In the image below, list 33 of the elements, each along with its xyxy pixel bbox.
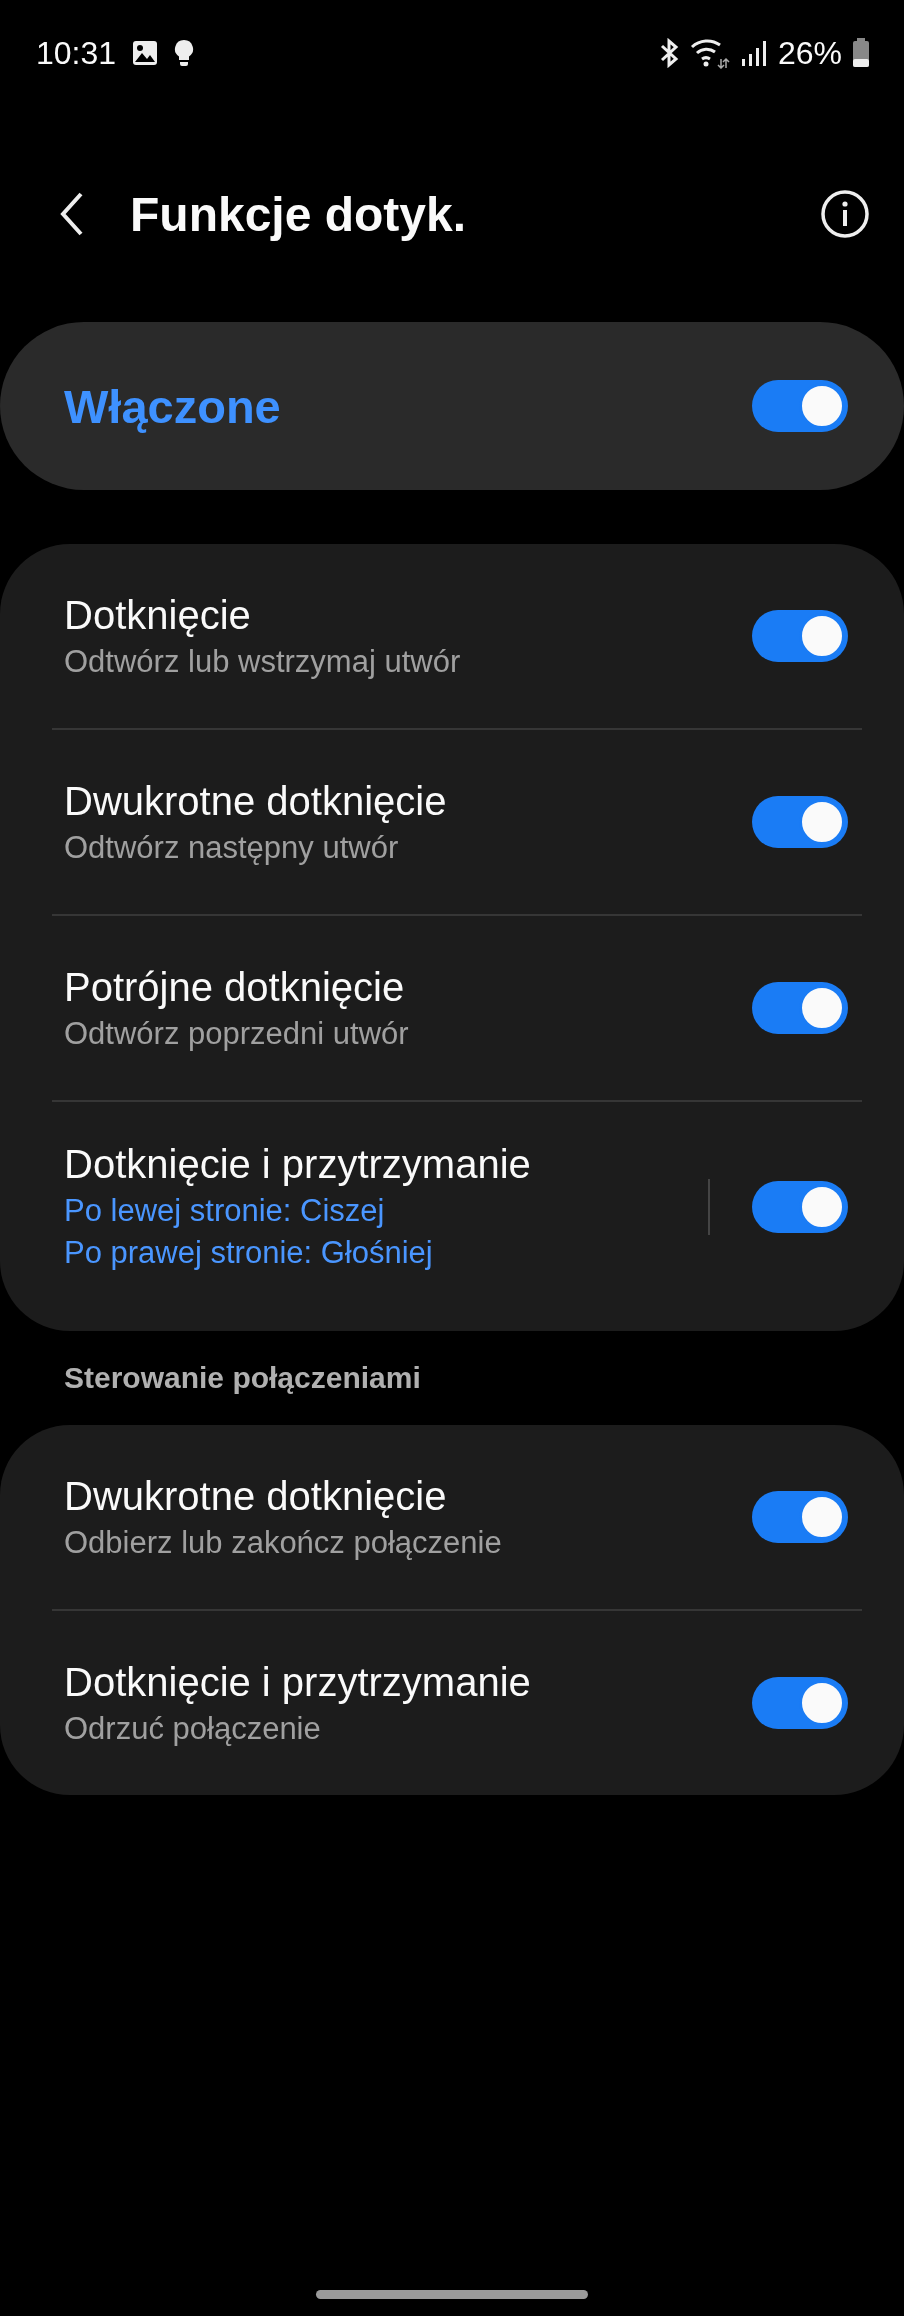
- toggle-switch[interactable]: [752, 982, 848, 1034]
- wifi-icon: [689, 37, 730, 69]
- toggle-switch[interactable]: [752, 1491, 848, 1543]
- toggle-switch[interactable]: [752, 1677, 848, 1729]
- setting-description: Odtwórz poprzedni utwór: [64, 1015, 410, 1052]
- lightbulb-icon: [174, 39, 195, 67]
- setting-description: Odtwórz następny utwór: [64, 829, 400, 866]
- setting-title: Dwukrotne dotknięcie: [64, 1473, 448, 1519]
- toggle-switch[interactable]: [752, 380, 848, 432]
- status-time: 10:31: [36, 34, 117, 72]
- setting-title: Potrójne dotknięcie: [64, 964, 406, 1010]
- master-switch-bar[interactable]: Włączone: [0, 322, 904, 490]
- section-heading: Sterowanie połączeniami: [63, 1360, 422, 1396]
- toggle-switch[interactable]: [752, 1180, 848, 1233]
- battery-level: 26%: [777, 34, 842, 72]
- signal-icon: [739, 39, 768, 67]
- setting-description: Odtwórz lub wstrzymaj utwór: [64, 643, 462, 680]
- info-icon[interactable]: [820, 189, 870, 239]
- setting-title: Dotknięcie: [64, 592, 252, 638]
- setting-title: Dotknięcie i przytrzymanie: [64, 1142, 532, 1187]
- image-icon: [132, 40, 159, 66]
- toggle-switch[interactable]: [752, 610, 848, 662]
- setting-description: Odrzuć połączenie: [64, 1710, 322, 1747]
- back-icon[interactable]: [60, 192, 84, 236]
- setting-title: Dotknięcie i przytrzymanie: [64, 1659, 532, 1705]
- setting-detail: Po prawej stronie: Głośniej: [64, 1235, 434, 1271]
- setting-detail: Po lewej stronie: Ciszej: [64, 1193, 386, 1229]
- page-title: Funkcje dotyk.: [130, 186, 468, 242]
- setting-description: Odbierz lub zakończ połączenie: [64, 1524, 503, 1561]
- battery-icon: [852, 38, 870, 68]
- toggle-switch[interactable]: [752, 796, 848, 848]
- master-switch-label: Włączone: [64, 378, 282, 434]
- setting-title: Dwukrotne dotknięcie: [64, 778, 448, 824]
